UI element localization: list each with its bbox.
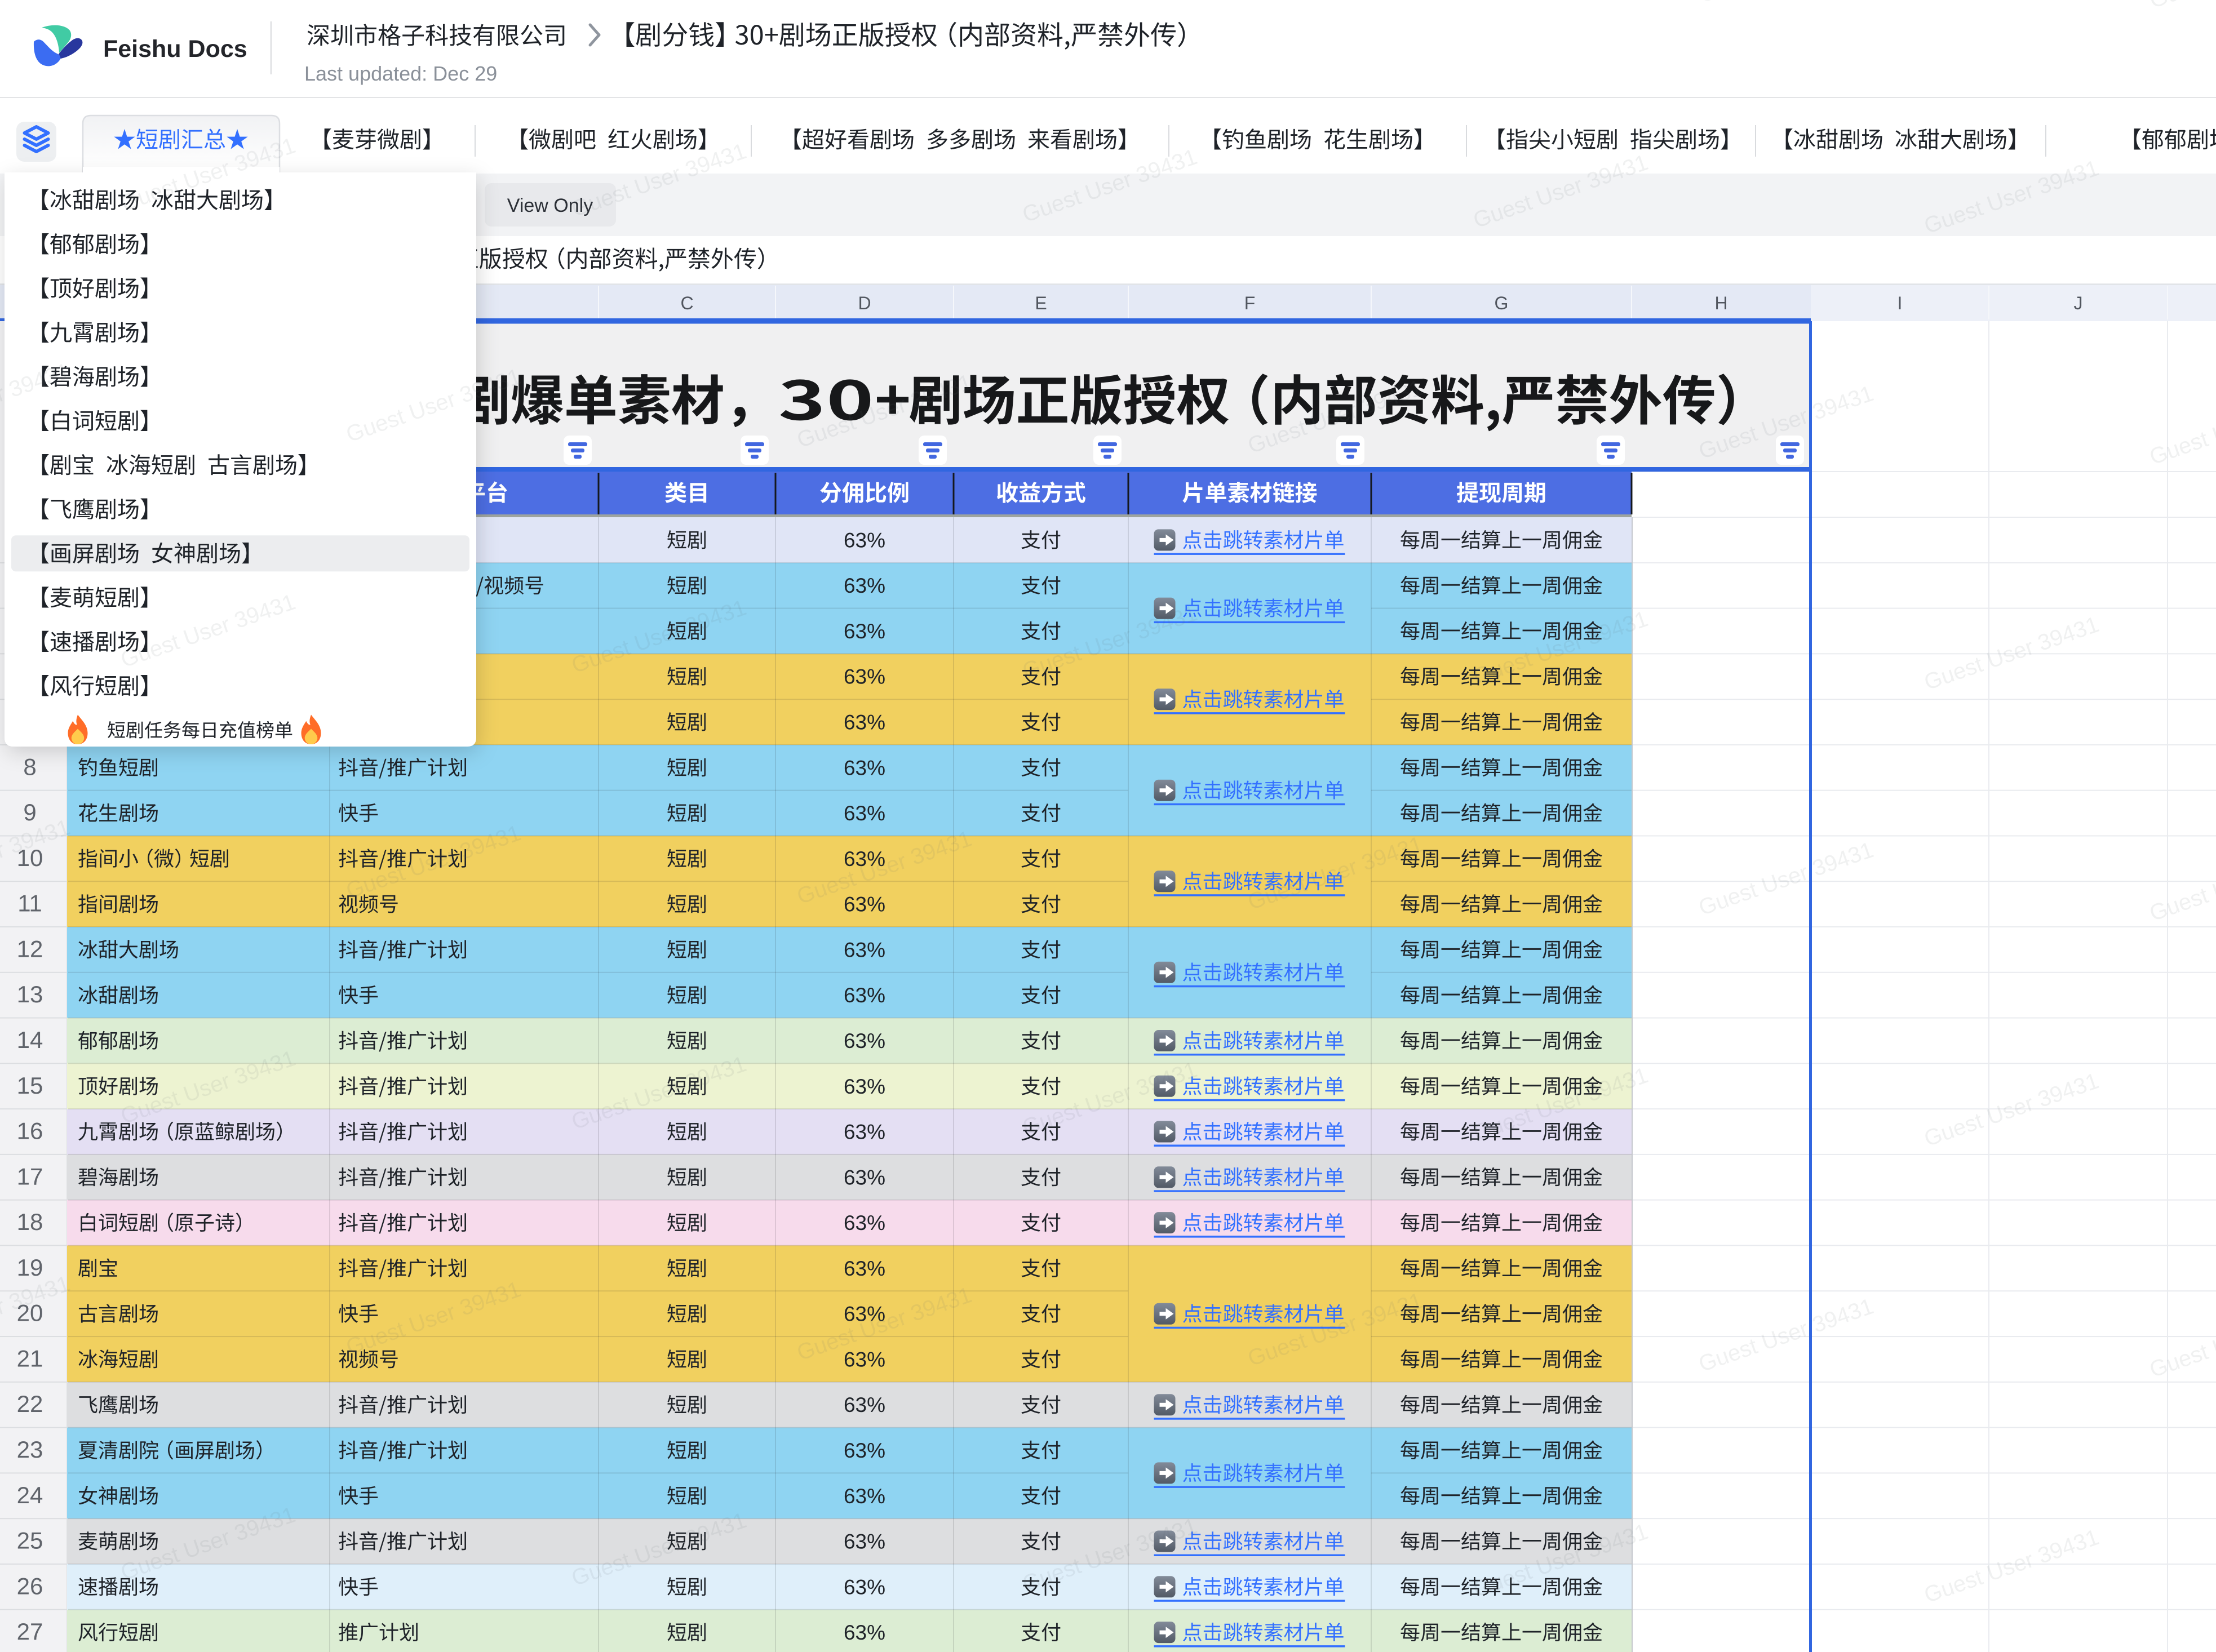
svg-text:13: 13 bbox=[17, 981, 43, 1007]
svg-text:63%: 63% bbox=[844, 1393, 885, 1416]
svg-text:63%: 63% bbox=[844, 1121, 885, 1144]
svg-text:63%: 63% bbox=[844, 1621, 885, 1644]
svg-text:27: 27 bbox=[17, 1618, 43, 1645]
svg-text:Feishu Docs: Feishu Docs bbox=[103, 35, 247, 63]
svg-text:63%: 63% bbox=[844, 574, 885, 597]
svg-text:63%: 63% bbox=[844, 1439, 885, 1462]
svg-text:C: C bbox=[680, 293, 693, 313]
svg-text:D: D bbox=[858, 293, 871, 313]
svg-text:18: 18 bbox=[17, 1209, 43, 1235]
svg-text:63%: 63% bbox=[844, 893, 885, 916]
svg-text:11: 11 bbox=[17, 890, 42, 917]
svg-text:15: 15 bbox=[17, 1072, 43, 1099]
svg-text:I: I bbox=[1898, 293, 1903, 313]
svg-text:63%: 63% bbox=[844, 938, 885, 961]
svg-text:17: 17 bbox=[17, 1163, 43, 1189]
svg-text:63%: 63% bbox=[844, 1029, 885, 1053]
svg-text:63%: 63% bbox=[844, 1485, 885, 1508]
svg-text:63%: 63% bbox=[844, 802, 885, 825]
svg-text:63%: 63% bbox=[844, 620, 885, 643]
svg-text:19: 19 bbox=[17, 1254, 43, 1281]
svg-text:G: G bbox=[1495, 293, 1509, 313]
svg-text:63%: 63% bbox=[844, 1575, 885, 1598]
svg-text:63%: 63% bbox=[844, 1166, 885, 1189]
svg-text:63%: 63% bbox=[844, 1530, 885, 1553]
svg-text:21: 21 bbox=[17, 1345, 43, 1371]
svg-text:63%: 63% bbox=[844, 1075, 885, 1098]
svg-text:9: 9 bbox=[23, 799, 36, 825]
svg-text:22: 22 bbox=[17, 1391, 43, 1417]
svg-text:63%: 63% bbox=[844, 756, 885, 779]
svg-text:F: F bbox=[1244, 293, 1256, 313]
svg-text:24: 24 bbox=[17, 1482, 43, 1508]
svg-text:8: 8 bbox=[23, 753, 36, 780]
svg-text:63%: 63% bbox=[844, 529, 885, 552]
svg-text:J: J bbox=[2074, 293, 2083, 313]
svg-text:16: 16 bbox=[17, 1118, 43, 1144]
svg-text:25: 25 bbox=[17, 1527, 43, 1554]
svg-text:E: E bbox=[1035, 293, 1047, 313]
svg-text:Last updated: Dec 29: Last updated: Dec 29 bbox=[304, 62, 497, 85]
svg-text:63%: 63% bbox=[844, 711, 885, 734]
svg-text:23: 23 bbox=[17, 1436, 43, 1463]
svg-text:63%: 63% bbox=[844, 1348, 885, 1371]
svg-text:63%: 63% bbox=[844, 1257, 885, 1280]
svg-text:12: 12 bbox=[17, 935, 43, 962]
svg-text:14: 14 bbox=[17, 1027, 43, 1053]
svg-text:63%: 63% bbox=[844, 984, 885, 1007]
svg-text:63%: 63% bbox=[844, 665, 885, 689]
svg-text:H: H bbox=[1714, 293, 1727, 313]
svg-text:63%: 63% bbox=[844, 1211, 885, 1234]
svg-text:26: 26 bbox=[17, 1573, 43, 1599]
